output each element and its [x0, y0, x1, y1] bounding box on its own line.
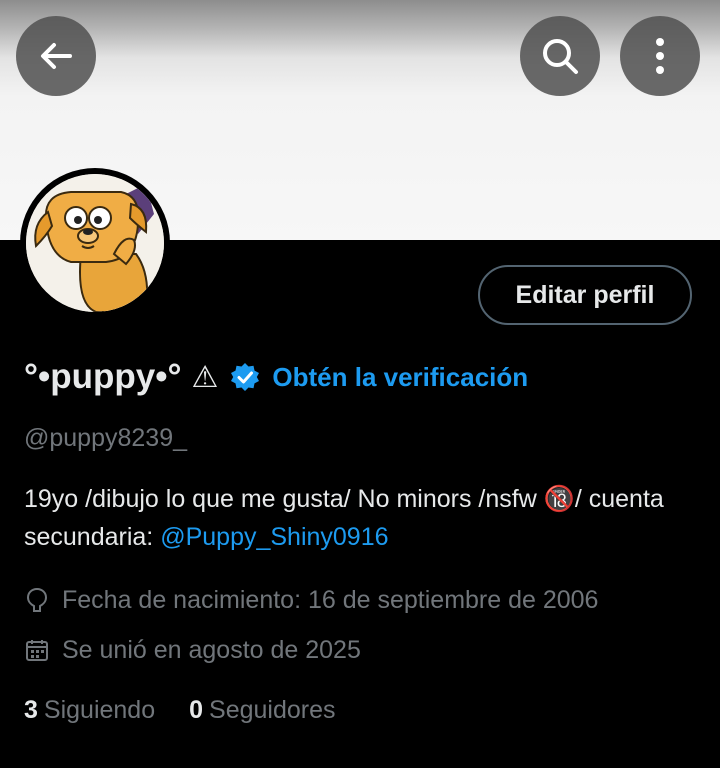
calendar-icon — [24, 637, 50, 663]
warning-icon: ⚠ — [191, 360, 219, 394]
display-name: °•puppy•° — [24, 357, 182, 396]
search-button[interactable] — [520, 16, 600, 96]
edit-profile-button[interactable]: Editar perfil — [478, 265, 692, 325]
get-verified-link[interactable]: Obtén la verificación — [272, 362, 528, 393]
followers-count: 0 — [189, 695, 204, 724]
joined-text: Se unió en agosto de 2025 — [62, 635, 361, 664]
joined-row: Se unió en agosto de 2025 — [24, 632, 361, 668]
back-arrow-icon — [41, 43, 72, 69]
more-vertical-icon — [656, 38, 664, 74]
avatar — [26, 174, 164, 312]
verified-badge-icon[interactable] — [230, 362, 260, 392]
following-link[interactable]: 3 Siguiendo — [24, 696, 155, 725]
birthdate-text: Fecha de nacimiento: 16 de septiembre de… — [62, 585, 599, 614]
location-pin-icon — [24, 587, 50, 613]
followers-link[interactable]: 0 Seguidores — [189, 696, 335, 725]
follow-stats: 3 Siguiendo 0 Seguidores — [24, 690, 370, 730]
birthdate-row: Fecha de nacimiento: 16 de septiembre de… — [24, 582, 598, 618]
more-options-button[interactable] — [620, 16, 700, 96]
name-row: °•puppy•° ⚠ Obtén la verificación — [24, 352, 528, 402]
following-count: 3 — [24, 695, 38, 724]
search-icon — [543, 39, 578, 74]
followers-label: Seguidores — [209, 695, 336, 724]
bio: 19yo /dibujo lo que me gusta/ No minors … — [24, 480, 704, 556]
avatar-frame[interactable] — [20, 168, 170, 318]
following-label: Siguiendo — [43, 695, 156, 724]
avatar-dog-illustration — [26, 174, 164, 312]
username-handle: @puppy8239_ — [24, 424, 188, 452]
bio-mention-link[interactable]: @Puppy_Shiny0916 — [160, 523, 388, 551]
back-button[interactable] — [16, 16, 96, 96]
